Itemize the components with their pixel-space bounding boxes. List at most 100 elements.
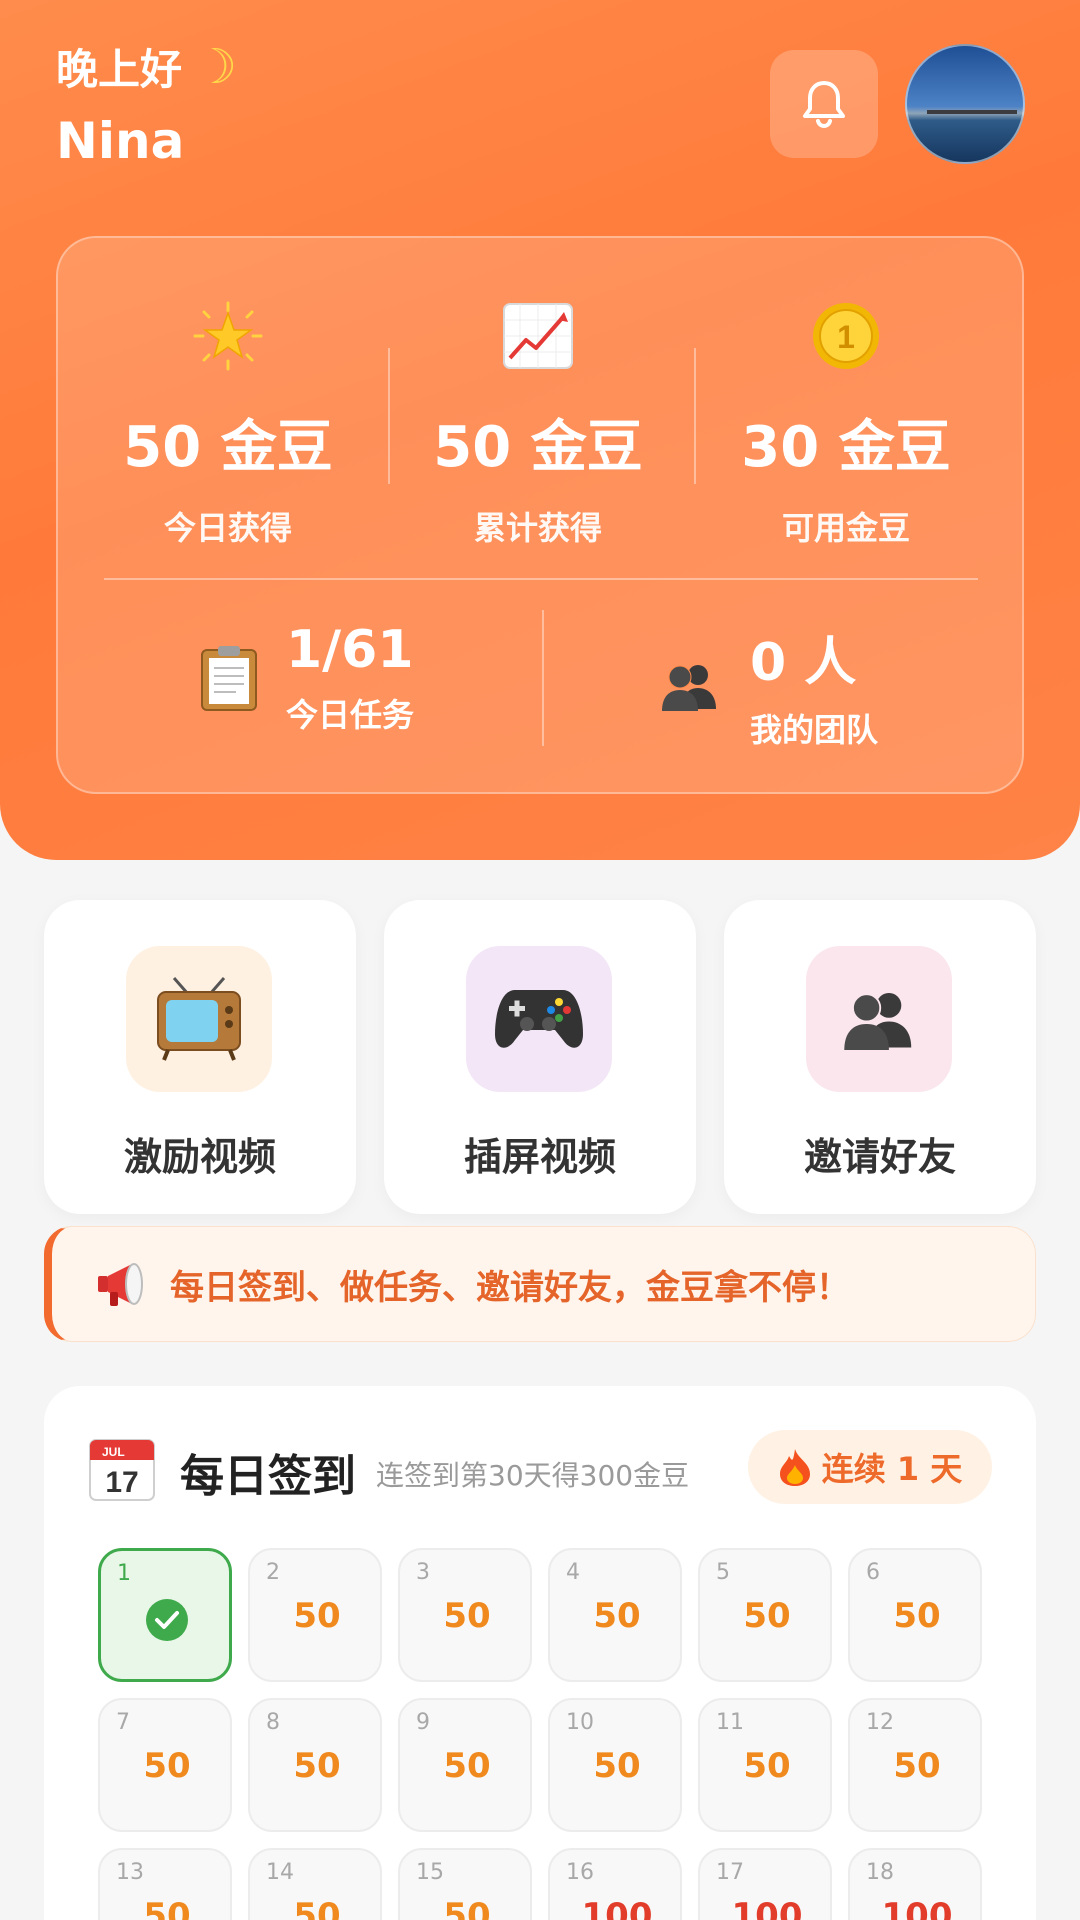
svg-text:1: 1 xyxy=(837,319,855,355)
checkin-day[interactable]: 8 50 xyxy=(248,1698,382,1832)
stat-total: 50 金豆 累计获得 xyxy=(388,298,688,549)
checkin-day-number: 4 xyxy=(566,1560,580,1585)
stat-available-label: 可用金豆 xyxy=(781,509,910,547)
checkin-day[interactable]: 18 100 xyxy=(848,1848,982,1920)
checkin-day[interactable]: 3 50 xyxy=(398,1548,532,1682)
checkin-day-amount: 100 xyxy=(581,1896,653,1920)
checkin-day-amount: 100 xyxy=(881,1896,953,1920)
stat-total-value: 50 金豆 xyxy=(433,415,643,480)
coin-icon: 1 xyxy=(696,298,996,374)
feature-interstitial-video[interactable]: 插屏视频 xyxy=(384,900,696,1214)
people-icon xyxy=(662,664,716,711)
checkin-day-number: 17 xyxy=(716,1860,744,1885)
checkin-day-number: 10 xyxy=(566,1710,594,1735)
gamepad-icon xyxy=(466,946,612,1092)
checkin-day[interactable]: 6 50 xyxy=(848,1548,982,1682)
username: Nina xyxy=(56,112,185,170)
checkin-day-amount: 50 xyxy=(293,1746,341,1786)
moon-icon: ☽ xyxy=(194,38,238,95)
checkin-day[interactable]: 12 50 xyxy=(848,1698,982,1832)
stat-tasks-value: 1/61 xyxy=(286,620,414,680)
checkin-day-amount: 50 xyxy=(593,1746,641,1786)
checkin-day[interactable]: 16 100 xyxy=(548,1848,682,1920)
stat-available: 1 30 金豆 可用金豆 xyxy=(696,298,996,549)
checkin-day-number: 12 xyxy=(866,1710,894,1735)
checkin-day[interactable]: 14 50 xyxy=(248,1848,382,1920)
checkin-day[interactable]: 2 50 xyxy=(248,1548,382,1682)
checkin-day[interactable]: 1 xyxy=(98,1548,232,1682)
calendar-icon: JUL 17 xyxy=(89,1439,155,1501)
checkin-day-amount: 50 xyxy=(143,1746,191,1786)
checkin-day[interactable]: 17 100 xyxy=(698,1848,832,1920)
checkin-day-amount: 50 xyxy=(443,1596,491,1636)
streak-text: 连续 1 天 xyxy=(821,1450,963,1488)
stat-team[interactable]: 0 人 我的团队 xyxy=(658,620,878,751)
stat-team-label: 我的团队 xyxy=(750,711,879,749)
checkin-day-amount: 50 xyxy=(443,1896,491,1920)
avatar[interactable] xyxy=(905,44,1025,164)
checkin-day-number: 6 xyxy=(866,1560,880,1585)
feature-label: 插屏视频 xyxy=(463,1135,616,1179)
checkin-day-amount: 50 xyxy=(443,1746,491,1786)
checkin-day-amount: 50 xyxy=(293,1596,341,1636)
checkin-card: JUL 17 每日签到 连签到第30天得300金豆 连续 1 天 1 2 50 3 50… xyxy=(44,1386,1036,1920)
checkin-day[interactable]: 7 50 xyxy=(98,1698,232,1832)
checkin-day-number: 18 xyxy=(866,1860,894,1885)
stats-card: 50 金豆 今日获得 50 金豆 累计获得 1 30 金豆 可用金豆 1/61 … xyxy=(56,236,1024,794)
checkin-day-number: 8 xyxy=(266,1710,280,1735)
checkin-day-number: 15 xyxy=(416,1860,444,1885)
checkin-day-number: 1 xyxy=(117,1561,131,1586)
tv-icon xyxy=(126,946,272,1092)
feature-invite-friends[interactable]: 邀请好友 xyxy=(724,900,1036,1214)
stat-today-value: 50 金豆 xyxy=(123,415,333,480)
checkin-day[interactable]: 10 50 xyxy=(548,1698,682,1832)
checkin-day-amount: 50 xyxy=(593,1596,641,1636)
checkin-day-number: 14 xyxy=(266,1860,294,1885)
streak-badge: 连续 1 天 xyxy=(748,1430,992,1504)
greeting: 晚上好 ☽ xyxy=(56,36,237,97)
feature-label: 激励视频 xyxy=(123,1135,276,1179)
chart-up-icon xyxy=(388,298,688,374)
checkin-day-number: 3 xyxy=(416,1560,430,1585)
bell-icon xyxy=(803,81,845,129)
notice-banner[interactable]: 每日签到、做任务、邀请好友，金豆拿不停！ xyxy=(44,1226,1036,1342)
checkin-day-amount: 50 xyxy=(293,1896,341,1920)
people-icon xyxy=(806,946,952,1092)
stat-tasks-label: 今日任务 xyxy=(286,696,415,734)
calendar-day: 17 xyxy=(105,1466,138,1499)
check-icon xyxy=(146,1599,188,1641)
stat-total-label: 累计获得 xyxy=(473,509,602,547)
calendar-month: JUL xyxy=(102,1445,125,1459)
star-icon xyxy=(78,298,378,374)
checkin-day[interactable]: 15 50 xyxy=(398,1848,532,1920)
megaphone-icon xyxy=(98,1263,143,1306)
stat-today-label: 今日获得 xyxy=(163,509,292,547)
feature-reward-video[interactable]: 激励视频 xyxy=(44,900,356,1214)
checkin-day[interactable]: 4 50 xyxy=(548,1548,682,1682)
checkin-day-number: 13 xyxy=(116,1860,144,1885)
checkin-day-number: 2 xyxy=(266,1560,280,1585)
checkin-day-amount: 50 xyxy=(743,1746,791,1786)
checkin-day-number: 9 xyxy=(416,1710,430,1735)
checkin-day-amount: 50 xyxy=(743,1596,791,1636)
checkin-subtitle: 连签到第30天得300金豆 xyxy=(376,1459,690,1492)
stat-tasks[interactable]: 1/61 今日任务 xyxy=(200,620,414,736)
checkin-day[interactable]: 13 50 xyxy=(98,1848,232,1920)
stat-available-value: 30 金豆 xyxy=(741,415,951,480)
feature-label: 邀请好友 xyxy=(803,1135,956,1179)
checkin-day-number: 7 xyxy=(116,1710,130,1735)
checkin-day-amount: 50 xyxy=(893,1746,941,1786)
checkin-day-amount: 50 xyxy=(893,1596,941,1636)
notification-button[interactable] xyxy=(770,50,878,158)
divider xyxy=(104,578,978,580)
checkin-day-amount: 100 xyxy=(731,1896,803,1920)
checkin-day-number: 11 xyxy=(716,1710,744,1735)
checkin-day[interactable]: 5 50 xyxy=(698,1548,832,1682)
stat-team-value: 0 人 xyxy=(750,633,857,693)
checkin-day[interactable]: 9 50 xyxy=(398,1698,532,1832)
divider xyxy=(542,610,544,746)
greeting-text: 晚上好 xyxy=(56,45,183,94)
checkin-title: 每日签到 xyxy=(180,1451,356,1502)
checkin-day-number: 5 xyxy=(716,1560,730,1585)
checkin-day[interactable]: 11 50 xyxy=(698,1698,832,1832)
